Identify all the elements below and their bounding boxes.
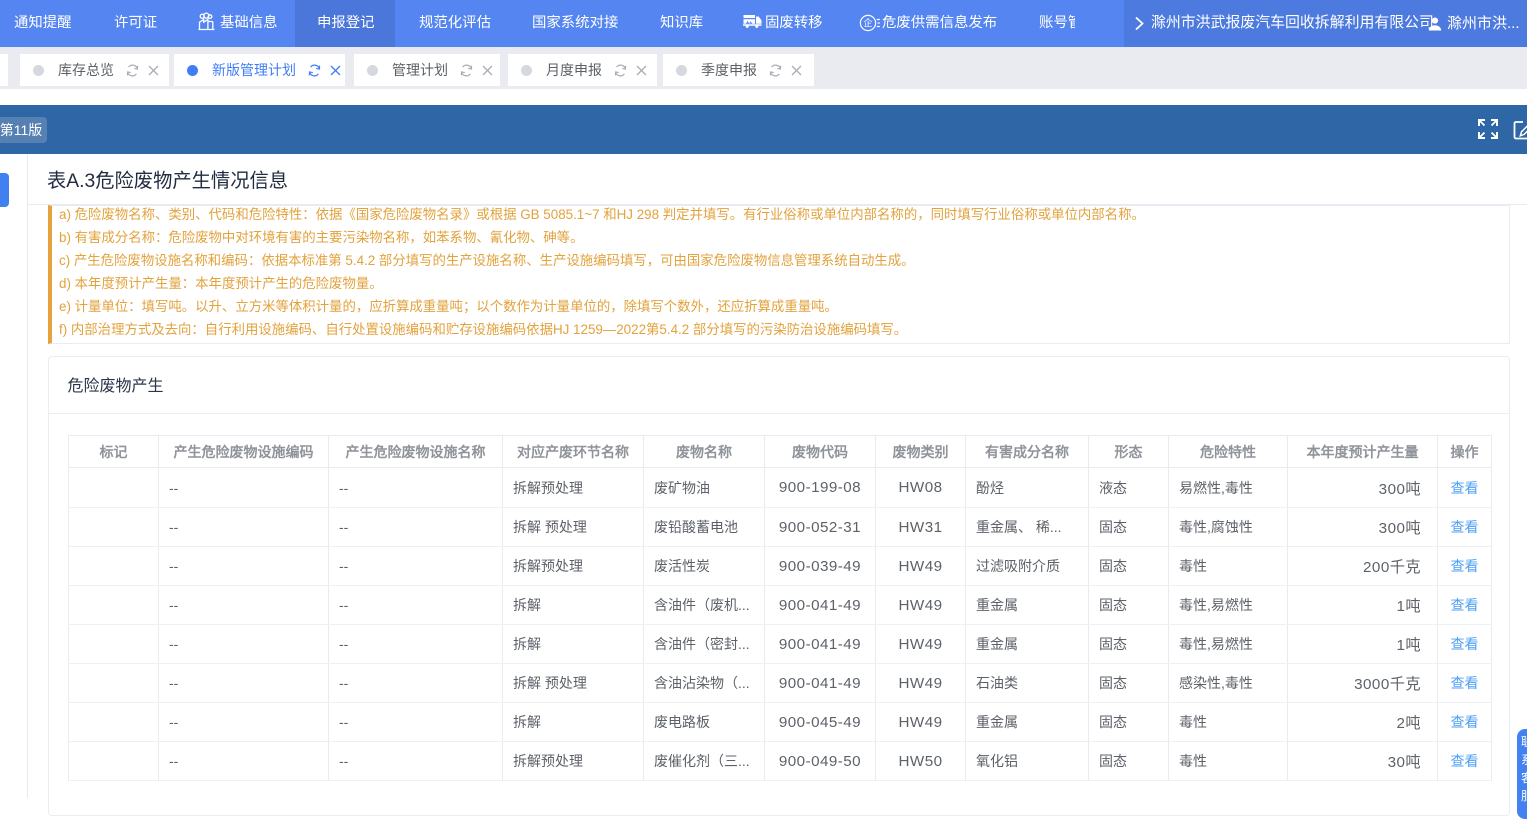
svg-text:企: 企 [863, 17, 872, 28]
